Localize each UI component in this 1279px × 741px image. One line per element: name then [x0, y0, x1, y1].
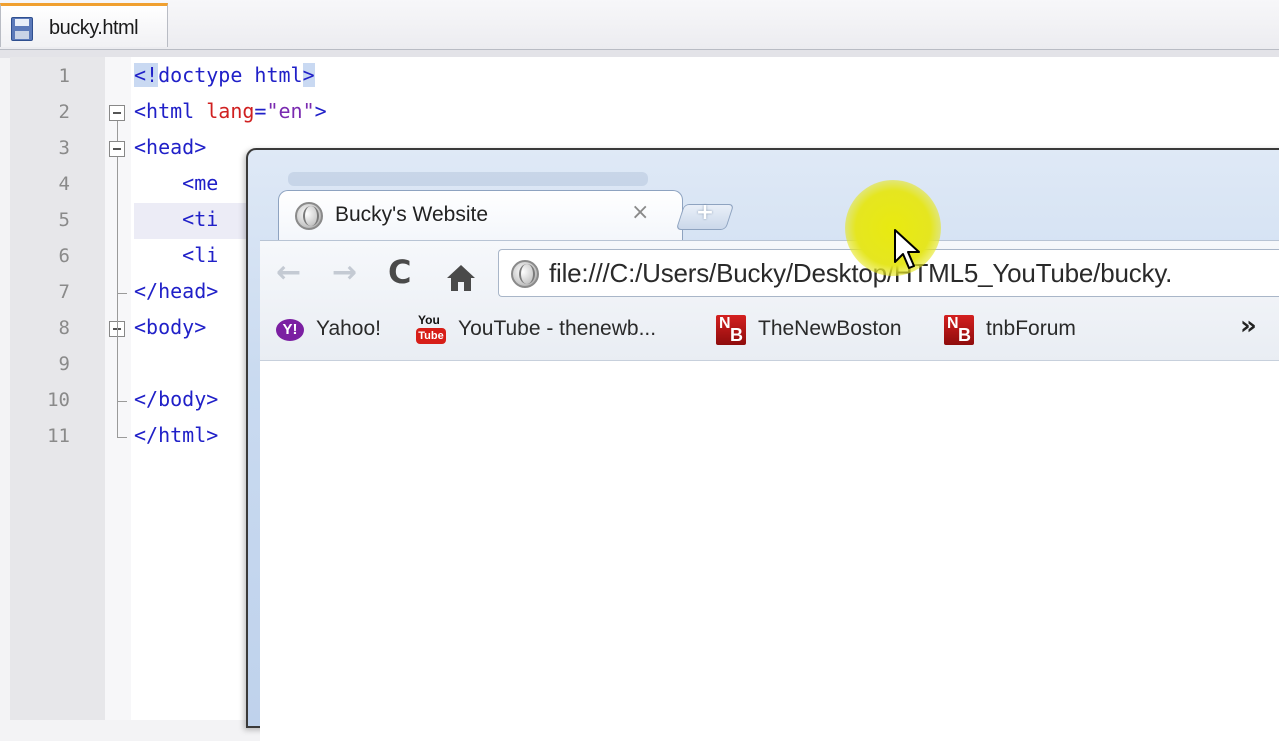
fold-line — [117, 293, 118, 437]
youtube-icon-you: You — [418, 313, 440, 327]
fold-toggle-icon[interactable] — [109, 141, 125, 157]
nb-b: B — [958, 325, 971, 345]
fold-end — [117, 401, 127, 402]
file-tab-label: bucky.html — [49, 17, 139, 39]
line-number: 11 — [47, 425, 70, 447]
fold-toggle-icon[interactable] — [109, 105, 125, 121]
fold-line — [117, 121, 118, 141]
line-number: 8 — [58, 317, 70, 339]
code-line-8: <body> — [134, 315, 207, 339]
newboston-icon: N B — [716, 315, 746, 345]
yahoo-icon: Y! — [276, 319, 304, 341]
tab-title: Bucky's Website — [335, 203, 489, 226]
more-bookmarks-chevron-icon[interactable]: » — [1240, 311, 1257, 341]
reload-button[interactable]: C — [388, 253, 411, 291]
line-number: 7 — [58, 281, 70, 303]
bracket-highlight: > — [302, 63, 315, 87]
code-line-6: <li — [134, 243, 219, 267]
bookmark-yahoo[interactable]: Yahoo! — [316, 317, 381, 341]
line-number-gutter: 1 2 3 4 5 6 7 8 9 10 11 — [10, 57, 105, 720]
code-line-5: <ti — [134, 207, 219, 231]
code-line-1: <!doctype html> — [134, 63, 315, 87]
title-bar-reflection — [288, 172, 648, 186]
file-tab-bucky[interactable]: bucky.html — [0, 3, 168, 47]
fold-end — [117, 293, 127, 294]
bookmark-youtube[interactable]: YouTube - thenewb... — [458, 317, 656, 341]
tnbforum-icon: N B — [944, 315, 974, 345]
youtube-icon-tube: Tube — [416, 328, 446, 344]
bookmark-tnbforum[interactable]: tnbForum — [986, 317, 1076, 341]
line-number: 6 — [58, 245, 70, 267]
back-button[interactable]: ← — [276, 255, 301, 290]
code-line-3: <head> — [134, 135, 207, 159]
code-line-2: <html lang="en"> — [134, 99, 327, 123]
code-attr: lang — [206, 99, 255, 123]
code-line-7: </head> — [134, 279, 219, 303]
youtube-icon: You Tube — [416, 313, 446, 345]
bookmark-thenewboston[interactable]: TheNewBoston — [758, 317, 902, 341]
fold-end — [117, 437, 127, 438]
plus-icon: + — [695, 200, 715, 225]
code-string: "en" — [266, 99, 315, 123]
code-text: doctype html — [158, 63, 303, 87]
line-number: 5 — [58, 209, 70, 231]
home-icon[interactable] — [446, 263, 476, 293]
nb-n: N — [719, 315, 731, 332]
globe-icon — [295, 202, 323, 230]
browser-tab-buckys-website[interactable]: Bucky's Website × — [278, 190, 683, 242]
forward-button[interactable]: → — [332, 255, 357, 290]
line-number: 3 — [58, 137, 70, 159]
code-eq: = — [254, 99, 267, 123]
mouse-cursor-icon — [894, 229, 920, 269]
code-line-4: <me — [134, 171, 219, 195]
nb-b: B — [730, 325, 743, 345]
line-number: 4 — [58, 173, 70, 195]
line-number: 2 — [58, 101, 70, 123]
bracket-highlight: <! — [134, 63, 159, 87]
code-tag-end: > — [314, 99, 327, 123]
editor-tab-strip: bucky.html — [0, 0, 1279, 50]
line-number: 9 — [58, 353, 70, 375]
nb-n: N — [947, 315, 959, 332]
code-line-11: </html> — [134, 423, 219, 447]
page-globe-icon — [511, 260, 539, 288]
line-number: 1 — [58, 65, 70, 87]
browser-window: Bucky's Website × + ← → C file:///C:/Use… — [246, 148, 1279, 741]
close-tab-icon[interactable]: × — [631, 200, 649, 225]
code-line-10: </body> — [134, 387, 219, 411]
fold-line — [117, 157, 118, 293]
page-content[interactable] — [260, 360, 1279, 741]
code-tag: <html — [134, 99, 207, 123]
browser-toolbar: ← → C file:///C:/Users/Bucky/Desktop/HTM… — [260, 240, 1279, 361]
save-file-icon — [11, 17, 33, 41]
line-number: 10 — [47, 389, 70, 411]
